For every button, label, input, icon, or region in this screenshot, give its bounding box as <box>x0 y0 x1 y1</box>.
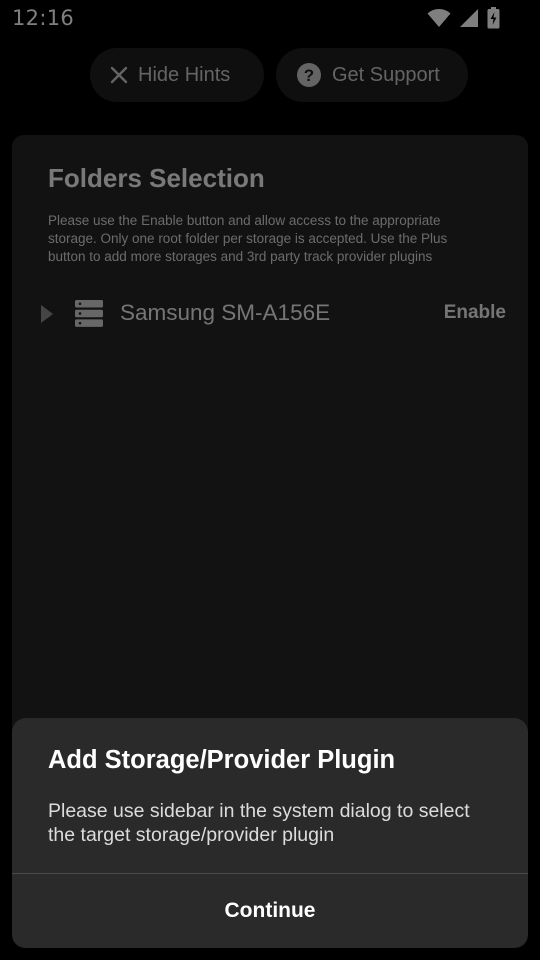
dialog-title: Add Storage/Provider Plugin <box>48 746 396 774</box>
continue-button[interactable]: Continue <box>12 874 528 948</box>
add-storage-dialog: Add Storage/Provider Plugin Please use s… <box>12 718 528 948</box>
dialog-body: Please use sidebar in the system dialog … <box>48 800 470 846</box>
